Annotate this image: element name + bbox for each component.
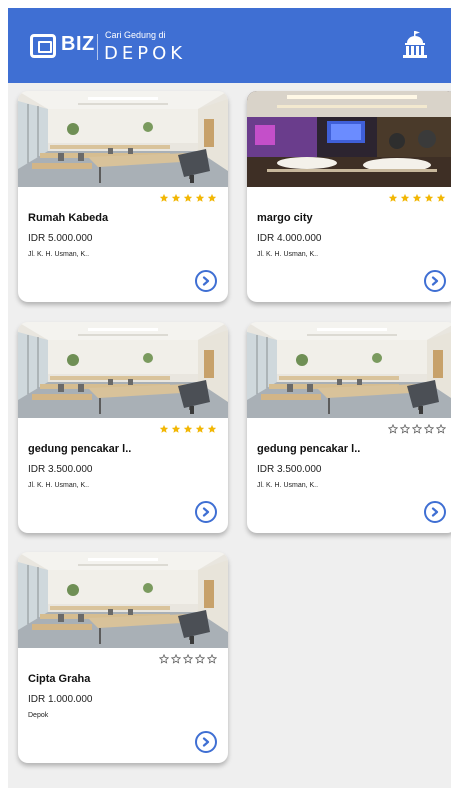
- venue-address: Depok: [28, 712, 49, 719]
- chevron-right-icon[interactable]: [195, 501, 217, 523]
- logo-text: BIZ: [61, 33, 95, 55]
- star-outline-icon: [207, 654, 217, 664]
- star-outline-icon: [400, 424, 410, 434]
- venue-photo: [247, 91, 451, 187]
- chevron-right-icon[interactable]: [195, 731, 217, 753]
- venue-price: IDR 3.500.000: [28, 464, 93, 475]
- app-screen: BIZ Cari Gedung di DEPOK Rumah Kabeda IDR…: [8, 8, 451, 788]
- star-filled-icon: [183, 424, 193, 434]
- rating-stars: [388, 193, 446, 203]
- star-filled-icon: [207, 193, 217, 203]
- venue-card[interactable]: Rumah Kabeda IDR 5.000.000 Jl. K. H. Usman…: [18, 91, 228, 302]
- venue-name: Cipta Graha: [28, 673, 91, 685]
- rating-stars: [388, 424, 446, 434]
- venue-card[interactable]: Cipta Graha IDR 1.000.000 Depok: [18, 552, 228, 763]
- rating-stars: [159, 193, 217, 203]
- venue-photo: [18, 552, 228, 648]
- logo-icon: [30, 34, 56, 58]
- venue-card[interactable]: gedung pencakar l.. IDR 3.500.000 Jl. K. H…: [18, 322, 228, 533]
- venue-address: Jl. K. H. Usman, K..: [257, 482, 319, 489]
- star-filled-icon: [412, 193, 422, 203]
- star-outline-icon: [412, 424, 422, 434]
- star-outline-icon: [436, 424, 446, 434]
- chevron-right-icon[interactable]: [195, 270, 217, 292]
- venue-address: Jl. K. H. Usman, K..: [257, 251, 319, 258]
- star-outline-icon: [171, 654, 181, 664]
- star-filled-icon: [424, 193, 434, 203]
- venue-name: gedung pencakar l..: [28, 443, 132, 455]
- venue-photo: [247, 322, 451, 418]
- star-filled-icon: [195, 424, 205, 434]
- venue-photo: [18, 322, 228, 418]
- venue-photo: [18, 91, 228, 187]
- star-outline-icon: [195, 654, 205, 664]
- venue-card[interactable]: margo city IDR 4.000.000 Jl. K. H. Usman, …: [247, 91, 451, 302]
- star-filled-icon: [207, 424, 217, 434]
- logo-divider: [97, 34, 98, 60]
- app-header: BIZ Cari Gedung di DEPOK: [8, 8, 451, 83]
- chevron-right-icon[interactable]: [424, 270, 446, 292]
- venue-price: IDR 1.000.000: [28, 694, 93, 705]
- star-filled-icon: [171, 193, 181, 203]
- chevron-right-icon[interactable]: [424, 501, 446, 523]
- venue-price: IDR 4.000.000: [257, 233, 322, 244]
- star-filled-icon: [183, 193, 193, 203]
- star-outline-icon: [159, 654, 169, 664]
- star-filled-icon: [436, 193, 446, 203]
- venue-card[interactable]: gedung pencakar l.. IDR 3.500.000 Jl. K. H…: [247, 322, 451, 533]
- venue-price: IDR 3.500.000: [257, 464, 322, 475]
- city-title: DEPOK: [104, 43, 187, 64]
- star-outline-icon: [183, 654, 193, 664]
- star-filled-icon: [159, 193, 169, 203]
- star-filled-icon: [388, 193, 398, 203]
- star-outline-icon: [388, 424, 398, 434]
- star-outline-icon: [424, 424, 434, 434]
- star-filled-icon: [195, 193, 205, 203]
- venue-price: IDR 5.000.000: [28, 233, 93, 244]
- rating-stars: [159, 654, 217, 664]
- tagline: Cari Gedung di: [105, 30, 166, 40]
- venue-name: Rumah Kabeda: [28, 212, 109, 224]
- building-icon[interactable]: [400, 30, 430, 60]
- venue-address: Jl. K. H. Usman, K..: [28, 482, 90, 489]
- venue-name: gedung pencakar l..: [257, 443, 361, 455]
- star-filled-icon: [400, 193, 410, 203]
- star-filled-icon: [171, 424, 181, 434]
- rating-stars: [159, 424, 217, 434]
- venue-address: Jl. K. H. Usman, K..: [28, 251, 90, 258]
- star-filled-icon: [159, 424, 169, 434]
- venue-name: margo city: [257, 212, 313, 224]
